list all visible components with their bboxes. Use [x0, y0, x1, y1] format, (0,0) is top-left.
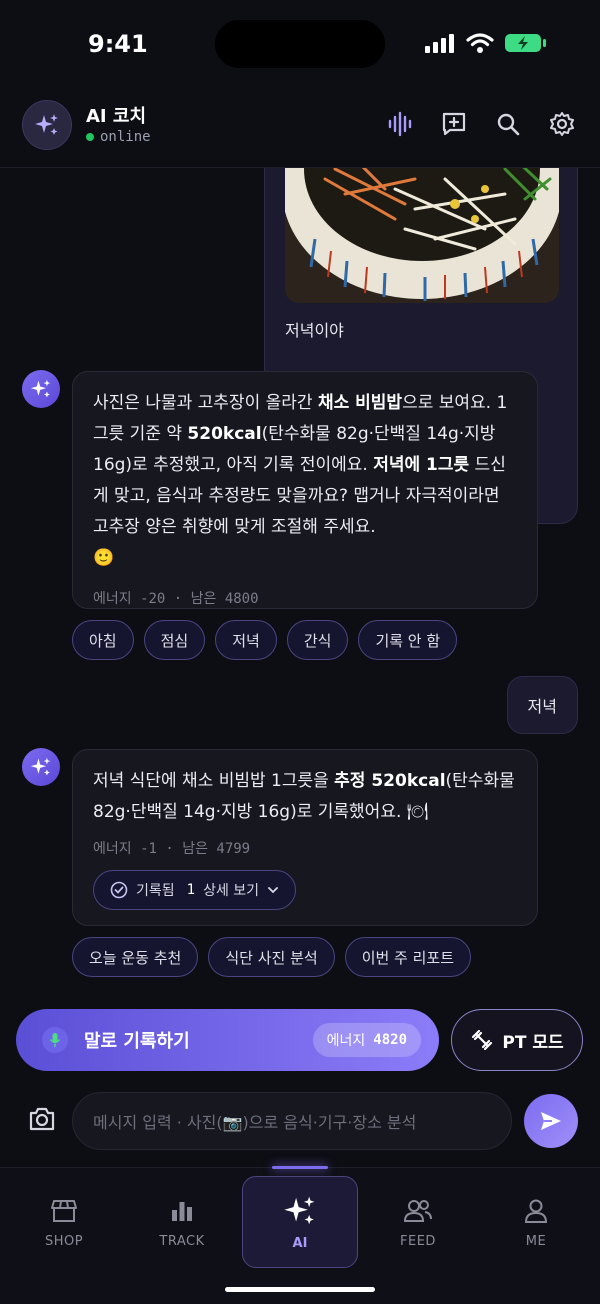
mic-badge	[42, 1027, 68, 1053]
chart-icon	[172, 1202, 192, 1221]
new-chat-button[interactable]	[438, 108, 470, 140]
voice-record-button[interactable]: 말로 기록하기 에너지 4820	[16, 1009, 439, 1071]
camera-button[interactable]	[28, 1106, 56, 1136]
energy-meta: 에너지 -1 · 남은 4799	[93, 841, 251, 857]
tab-ai-label: AI	[292, 1235, 308, 1251]
search-icon	[497, 113, 520, 136]
bibimbap-photo[interactable]	[285, 168, 559, 303]
logged-count: 1	[186, 882, 196, 898]
shop-icon	[51, 1200, 77, 1222]
voice-record-label: 말로 기록하기	[84, 1031, 190, 1052]
pt-mode-label: PT 모드	[502, 1032, 564, 1053]
status-icons	[424, 32, 548, 54]
online-label: online	[100, 129, 151, 145]
search-button[interactable]	[492, 108, 524, 140]
wifi-icon	[466, 33, 494, 53]
mic-icon	[49, 1033, 61, 1047]
tab-track-label: TRACK	[159, 1234, 205, 1249]
voice-wave-button[interactable]	[384, 108, 416, 140]
chip-weekly-report[interactable]: 이번 주 리포트	[344, 937, 472, 977]
chevron-down-icon	[268, 887, 278, 894]
sparkle-icon	[30, 379, 51, 398]
app-root: 9:41 AI 코치 online 저녁이야 사진은 나물과 고추장이 올라간 …	[0, 0, 600, 1304]
ai-message-analysis: 사진은 나물과 고추장이 올라간 채소 비빔밥으로 보여요. 1그릇 기준 약 …	[72, 371, 538, 609]
ai-avatar	[22, 370, 60, 408]
energy-meta: 에너지 -20 · 남은 4800	[93, 591, 259, 607]
photo-caption: 저녁이야	[285, 321, 344, 340]
message-input[interactable]: 메시지 입력 · 사진(📷)으로 음식·기구·장소 분석	[72, 1092, 512, 1150]
ai-avatar	[22, 748, 60, 786]
check-circle-icon	[110, 881, 128, 899]
sparkle-icon	[35, 114, 58, 135]
coach-name: AI 코치	[86, 106, 147, 127]
detail-label: 상세 보기	[203, 883, 260, 899]
camera-icon	[29, 1107, 55, 1131]
tab-me[interactable]: ME	[491, 1198, 581, 1249]
sparkle-icon	[284, 1196, 315, 1224]
tab-feed-label: FEED	[400, 1234, 436, 1249]
header-actions	[384, 108, 578, 140]
gear-icon	[550, 112, 574, 136]
coach-avatar	[22, 100, 72, 150]
pt-mode-button[interactable]: PT 모드	[451, 1009, 583, 1071]
composer: 메시지 입력 · 사진(📷)으로 음식·기구·장소 분석	[0, 1086, 600, 1162]
battery-icon	[505, 34, 546, 52]
tab-track[interactable]: TRACK	[137, 1198, 227, 1249]
smile-emoji: 🙂	[93, 548, 115, 568]
ai-message-text: 사진은 나물과 고추장이 올라간 채소 비빔밥으로 보여요. 1그릇 기준 약 …	[93, 393, 508, 568]
chip-meal-photo-analysis[interactable]: 식단 사진 분석	[208, 937, 335, 977]
dumbbell-icon	[472, 1029, 493, 1051]
bibimbap-image	[285, 168, 559, 303]
suggestion-chips: 오늘 운동 추천 식단 사진 분석 이번 주 리포트	[72, 937, 472, 977]
tab-shop-label: SHOP	[44, 1234, 84, 1249]
chip-dinner[interactable]: 저녁	[215, 620, 277, 660]
tab-feed[interactable]: FEED	[373, 1198, 463, 1249]
energy-label: 에너지	[326, 1033, 366, 1049]
chip-breakfast[interactable]: 아침	[72, 620, 134, 660]
tab-me-label: ME	[525, 1234, 547, 1249]
signal-icon	[425, 34, 454, 53]
online-dot	[86, 133, 94, 141]
chip-snack[interactable]: 간식	[286, 620, 349, 660]
message-input-placeholder: 메시지 입력 · 사진(📷)으로 음식·기구·장소 분석	[93, 1113, 417, 1132]
new-chat-icon	[442, 112, 466, 136]
people-icon	[403, 1200, 432, 1222]
chip-no-record[interactable]: 기록 안 함	[358, 620, 458, 660]
energy-value: 4820	[373, 1032, 407, 1048]
chip-workout-recommend[interactable]: 오늘 운동 추천	[72, 937, 199, 977]
energy-pill: 에너지 4820	[312, 1023, 421, 1057]
logged-detail-button[interactable]: 기록됨 1 상세 보기	[93, 870, 297, 910]
logged-label: 기록됨	[136, 883, 175, 899]
settings-button[interactable]	[546, 108, 578, 140]
chat-scroll-area[interactable]: 저녁이야 사진은 나물과 고추장이 올라간 채소 비빔밥으로 보여요. 1그릇 …	[0, 168, 600, 1008]
ai-message-logged: 저녁 식단에 채소 비빔밥 1그릇을 추정 520kcal(탄수화물 82g·단…	[72, 749, 538, 926]
send-button[interactable]	[524, 1094, 578, 1148]
sparkle-icon	[30, 757, 51, 776]
bottom-tab-bar: SHOP TRACK AI FEED ME	[0, 1166, 600, 1304]
chip-lunch[interactable]: 점심	[143, 620, 206, 660]
user-reply-message: 저녁	[506, 676, 578, 734]
online-status: online	[86, 129, 151, 145]
dynamic-island	[215, 20, 385, 68]
person-icon	[524, 1199, 548, 1223]
home-indicator	[225, 1287, 375, 1292]
waveform-icon	[388, 111, 412, 137]
send-icon	[541, 1112, 561, 1130]
meal-time-chips: 아침 점심 저녁 간식 기록 안 함	[72, 620, 458, 660]
chat-header: AI 코치 online	[0, 90, 600, 168]
tab-shop[interactable]: SHOP	[19, 1198, 109, 1249]
ai-message-text: 저녁 식단에 채소 비빔밥 1그릇을 추정 520kcal(탄수화물 82g·단…	[93, 771, 515, 822]
active-tab-glow	[272, 1166, 328, 1169]
tab-ai[interactable]: AI	[242, 1176, 358, 1268]
status-time: 9:41	[88, 30, 148, 58]
status-bar: 9:41	[0, 0, 600, 90]
